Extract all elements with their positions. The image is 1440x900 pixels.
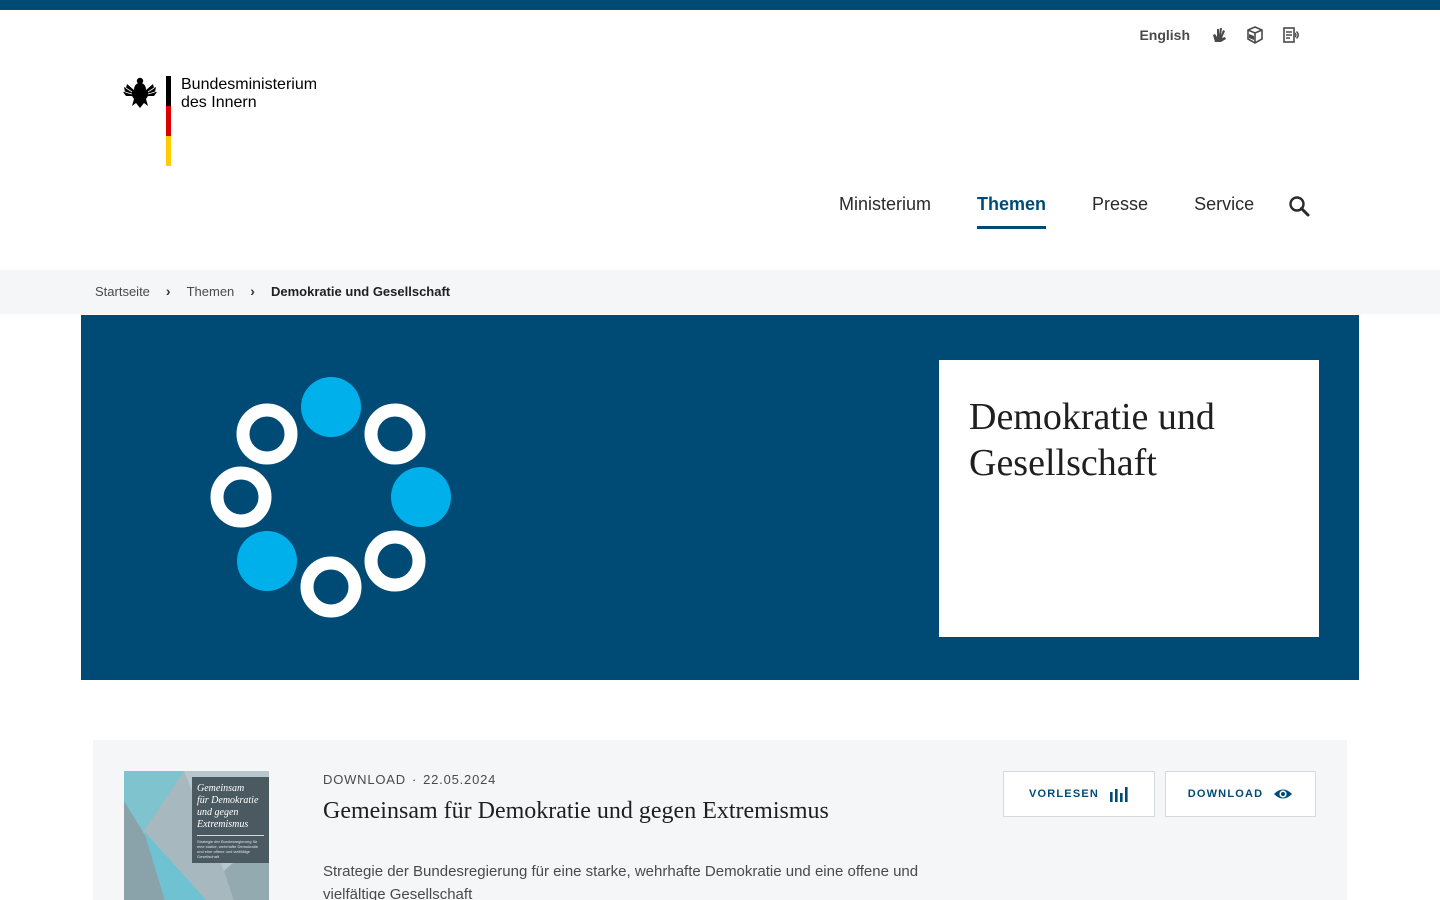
teaser-title[interactable]: Gemeinsam für Demokratie und gegen Extre…: [323, 798, 829, 825]
chevron-right-icon: ›: [165, 283, 171, 299]
audio-bars-icon: [1110, 787, 1128, 802]
download-label: DOWNLOAD: [1187, 788, 1264, 800]
page-title-line-2: Gesellschaft: [969, 442, 1157, 484]
read-aloud-label: VORLESEN: [1028, 788, 1100, 800]
hero-title-card: Demokratie und Gesellschaft: [939, 360, 1319, 637]
breadcrumb-themen[interactable]: Themen: [187, 284, 235, 299]
breadcrumb-bar: Startseite › Themen › Demokratie und Ges…: [0, 270, 1440, 314]
ministry-logo[interactable]: Bundesministerium des Innern: [122, 74, 317, 166]
breadcrumb-startseite[interactable]: Startseite: [95, 284, 150, 299]
nav-item-service[interactable]: Service: [1194, 194, 1254, 229]
federal-eagle-icon: [123, 77, 157, 108]
cover-title-box: Gemeinsam für Demokratie und gegen Extre…: [192, 777, 269, 863]
nav-item-presse[interactable]: Presse: [1092, 194, 1148, 229]
page-title: Demokratie und Gesellschaft: [969, 394, 1289, 486]
logo-line-2: des Innern: [181, 94, 257, 111]
teaser-type: DOWNLOAD: [323, 772, 406, 787]
download-teaser: Gemeinsam für Demokratie und gegen Extre…: [93, 740, 1347, 900]
breadcrumb: Startseite › Themen › Demokratie und Ges…: [95, 283, 450, 299]
logo-text: Bundesministerium des Innern: [181, 74, 317, 166]
read-aloud-button[interactable]: VORLESEN: [1003, 771, 1155, 817]
language-switch-link[interactable]: English: [1139, 27, 1190, 43]
nav-item-ministerium[interactable]: Ministerium: [839, 194, 931, 229]
cover-subtitle: Strategie der Bundesregierung für eine s…: [197, 839, 258, 859]
search-icon[interactable]: [1288, 195, 1310, 217]
service-links: English: [1139, 24, 1302, 46]
top-accent-bar: [0, 0, 1440, 10]
page-title-line-1: Demokratie und: [969, 396, 1215, 438]
sign-language-icon[interactable]: [1208, 24, 1230, 46]
main-navigation: Ministerium Themen Presse Service: [839, 194, 1300, 229]
logo-line-1: Bundesministerium: [181, 76, 318, 93]
hero-stage: Demokratie und Gesellschaft: [81, 315, 1359, 680]
nav-item-themen[interactable]: Themen: [977, 194, 1047, 229]
publication-cover[interactable]: Gemeinsam für Demokratie und gegen Extre…: [124, 771, 269, 900]
flag-stripe: [166, 76, 171, 166]
read-aloud-icon[interactable]: [1280, 24, 1302, 46]
teaser-description: Strategie der Bundesregierung für eine s…: [323, 863, 919, 900]
eye-icon: [1274, 789, 1293, 799]
cover-title: Gemeinsam für Demokratie und gegen Extre…: [197, 783, 259, 830]
easy-language-icon[interactable]: [1244, 24, 1266, 46]
teaser-date: 22.05.2024: [423, 772, 497, 787]
chevron-right-icon: ›: [250, 283, 255, 299]
breadcrumb-current: Demokratie und Gesellschaft: [270, 283, 451, 299]
democracy-circles-graphic: [210, 377, 451, 618]
download-button[interactable]: DOWNLOAD: [1165, 771, 1316, 817]
teaser-meta: DOWNLOAD · 22.05.2024: [323, 772, 497, 787]
